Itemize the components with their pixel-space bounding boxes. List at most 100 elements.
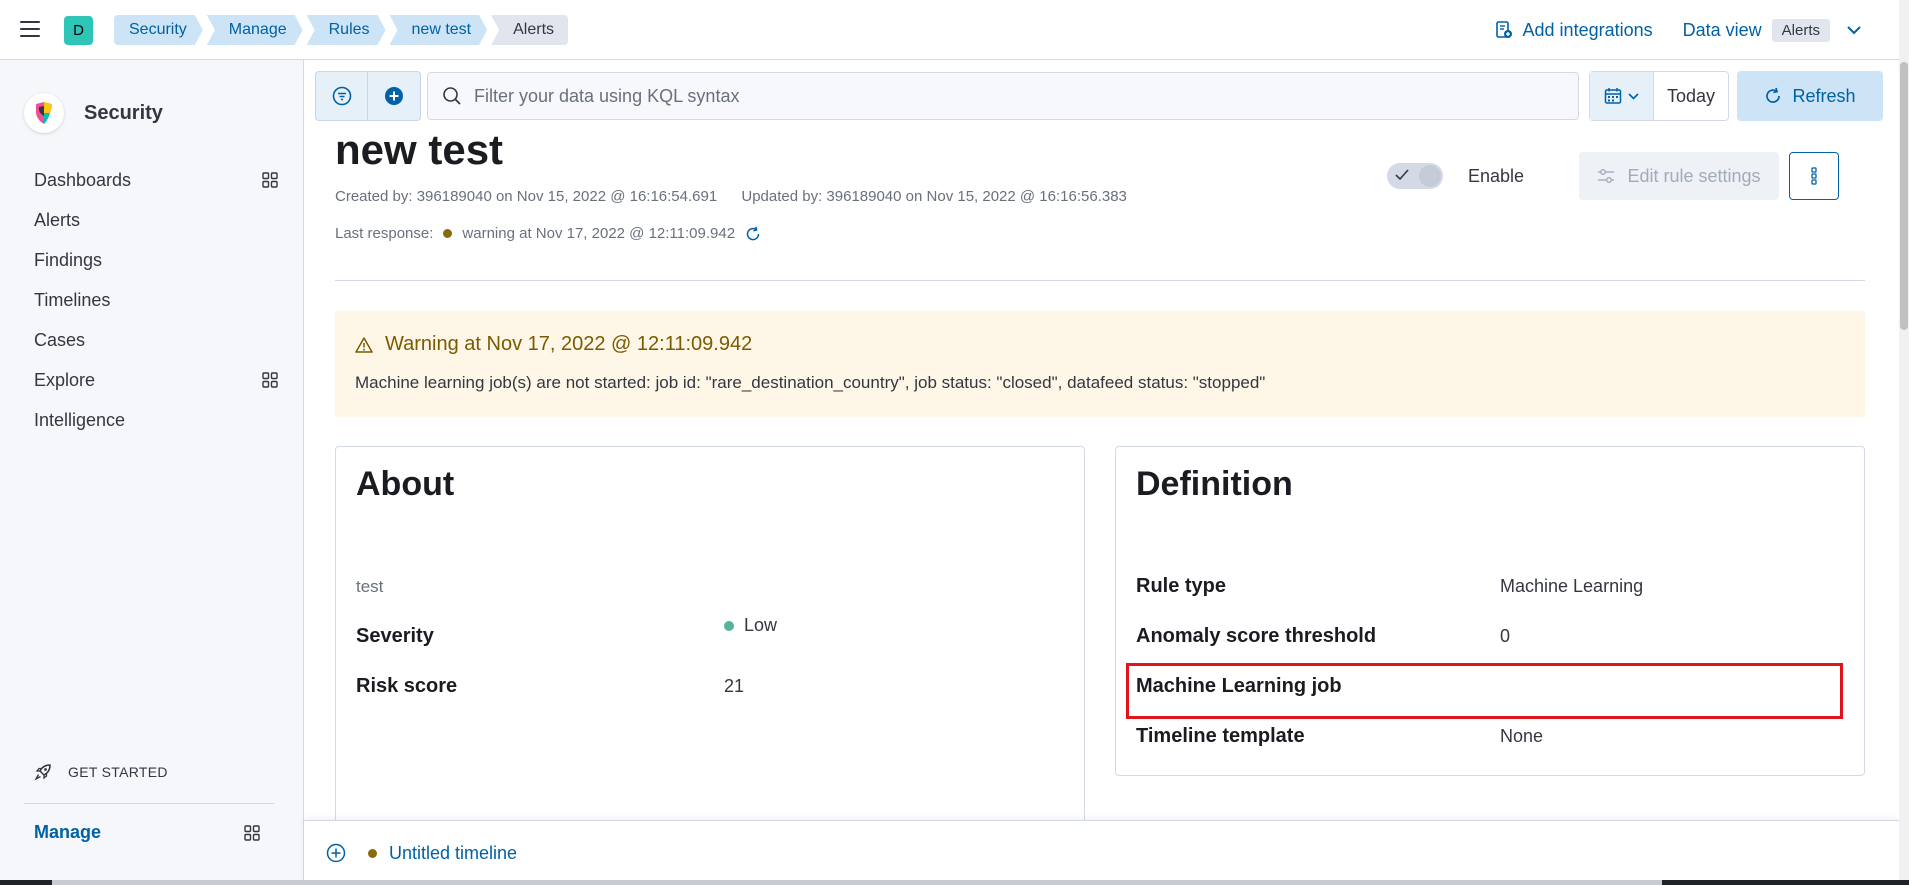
timeline-template-row: Timeline template None	[1136, 725, 1844, 748]
search-icon	[443, 87, 461, 105]
quick-select-button[interactable]	[1590, 72, 1654, 120]
data-view-label: Data view	[1682, 19, 1762, 40]
anomaly-threshold-value: 0	[1500, 626, 1511, 646]
refresh-icon	[1766, 87, 1781, 103]
sidebar-item-explore[interactable]: Explore	[34, 360, 294, 400]
last-response-label: Last response:	[335, 225, 434, 242]
side-navigation: Security Dashboards Alerts Findings Time…	[0, 60, 304, 885]
about-title: About	[356, 465, 455, 503]
sidebar-item-label: Findings	[34, 249, 103, 270]
page-scrollbar[interactable]	[1899, 0, 1909, 885]
menu-icon[interactable]	[20, 21, 40, 37]
date-range-button[interactable]: Today	[1654, 72, 1728, 120]
anomaly-threshold-row: Anomaly score threshold 0	[1136, 625, 1844, 648]
enable-toggle[interactable]	[1386, 163, 1443, 189]
last-response-value: warning at Nov 17, 2022 @ 12:11:09.942	[462, 225, 736, 242]
chevron-down-icon	[1628, 92, 1639, 100]
rule-actions: Enable Edit rule settings	[1386, 152, 1839, 200]
risk-score-value: 21	[724, 676, 745, 696]
boxes-vertical-icon	[1811, 167, 1817, 185]
sidebar-brand-name: Security	[84, 101, 163, 124]
timeline-status-dot	[368, 848, 377, 858]
taskbar-strip	[0, 880, 1909, 885]
sidebar-item-cases[interactable]: Cases	[34, 320, 294, 360]
plus-circle-icon	[385, 87, 403, 105]
sidebar-item-alerts[interactable]: Alerts	[34, 200, 294, 240]
sidebar-item-label: Manage	[34, 822, 102, 842]
more-actions-button[interactable]	[1789, 152, 1839, 200]
scrollbar-thumb[interactable]	[1900, 62, 1908, 330]
data-view-selector[interactable]: Data view Alerts	[1682, 18, 1862, 42]
edit-rule-settings-button[interactable]: Edit rule settings	[1579, 152, 1779, 200]
check-icon	[1395, 169, 1409, 181]
rule-meta: Created by: 396189040 on Nov 15, 2022 @ …	[335, 188, 1127, 205]
kql-search-field[interactable]	[427, 72, 1579, 120]
breadcrumb-security[interactable]: Security	[114, 15, 203, 45]
sidebar-item-label: Timelines	[34, 289, 111, 310]
header-actions: Add integrations Data view Alerts	[1495, 15, 1862, 45]
warning-icon	[355, 336, 373, 353]
sidebar-item-label: Intelligence	[34, 409, 126, 430]
space-avatar[interactable]: D	[64, 16, 93, 45]
sidebar-item-label: Alerts	[34, 209, 81, 230]
rule-details-page: new test Created by: 396189040 on Nov 15…	[304, 132, 1899, 820]
warning-title-text: Warning at Nov 17, 2022 @ 12:11:09.942	[385, 333, 753, 355]
highlight-box	[1126, 663, 1843, 719]
severity-dot	[724, 620, 734, 631]
app-grid-icon[interactable]	[262, 372, 278, 388]
sidebar-item-timelines[interactable]: Timelines	[34, 280, 294, 320]
chevron-down-icon	[1847, 26, 1861, 35]
query-actions	[315, 71, 421, 121]
sidebar-nav: Dashboards Alerts Findings Timelines Cas…	[34, 160, 294, 440]
risk-score-label: Risk score	[356, 675, 458, 697]
toggle-knob	[1418, 165, 1441, 187]
sidebar-item-intelligence[interactable]: Intelligence	[34, 400, 294, 440]
sidebar-item-manage[interactable]: Manage	[34, 822, 260, 843]
add-timeline-icon[interactable]	[326, 843, 346, 863]
timeline-link[interactable]: Untitled timeline	[389, 843, 517, 864]
rocket-icon	[34, 764, 51, 781]
updated-by: Updated by: 396189040 on Nov 15, 2022 @ …	[741, 188, 1127, 205]
kql-search-input[interactable]	[474, 85, 1474, 107]
severity-row: Severity Low	[356, 615, 1064, 648]
add-integrations-link[interactable]: Add integrations	[1495, 20, 1653, 41]
add-filter-button[interactable]	[368, 72, 420, 120]
filter-icon	[332, 86, 351, 106]
rule-type-row: Rule type Machine Learning	[1136, 575, 1844, 598]
page-title: new test	[335, 132, 504, 173]
app-grid-icon[interactable]	[244, 824, 260, 841]
sidebar-item-findings[interactable]: Findings	[34, 240, 294, 280]
definition-panel: Definition Rule type Machine Learning An…	[1115, 446, 1865, 776]
refresh-button[interactable]: Refresh	[1737, 71, 1883, 121]
breadcrumb: Security Manage Rules new test Alerts	[114, 15, 572, 45]
query-bar: Today Refresh	[304, 60, 1899, 132]
taskbar-segment	[52, 880, 1662, 885]
enable-label: Enable	[1467, 165, 1524, 186]
refresh-icon[interactable]	[745, 226, 761, 242]
security-logo-icon	[24, 93, 64, 133]
sidebar-item-label: Dashboards	[34, 169, 132, 190]
app-grid-icon[interactable]	[262, 172, 278, 188]
rule-type-label: Rule type	[1136, 575, 1227, 597]
sidebar-item-label: Explore	[34, 369, 96, 390]
warning-message: Machine learning job(s) are not started:…	[355, 373, 1266, 392]
timeline-template-value: None	[1500, 726, 1544, 746]
sidebar-item-dashboards[interactable]: Dashboards	[34, 160, 294, 200]
controls-icon	[1598, 169, 1615, 183]
breadcrumb-rule-name[interactable]: new test	[390, 15, 488, 45]
timeline-template-label: Timeline template	[1136, 725, 1305, 747]
rule-description: test	[356, 577, 384, 596]
warning-status-dot	[443, 229, 453, 238]
last-response: Last response: warning at Nov 17, 2022 @…	[335, 225, 761, 242]
breadcrumb-manage[interactable]: Manage	[207, 15, 303, 45]
integrations-icon	[1495, 21, 1512, 38]
get-started-link[interactable]: GET STARTED	[34, 763, 168, 781]
breadcrumb-alerts: Alerts	[491, 15, 569, 45]
data-view-badge: Alerts	[1771, 18, 1830, 42]
sidebar-brand[interactable]: Security	[24, 93, 163, 133]
filter-menu-button[interactable]	[316, 72, 368, 120]
warning-callout: Warning at Nov 17, 2022 @ 12:11:09.942 M…	[335, 311, 1865, 417]
sidebar-item-label: Cases	[34, 329, 86, 350]
rule-type-value: Machine Learning	[1500, 576, 1644, 596]
breadcrumb-rules[interactable]: Rules	[307, 15, 386, 45]
